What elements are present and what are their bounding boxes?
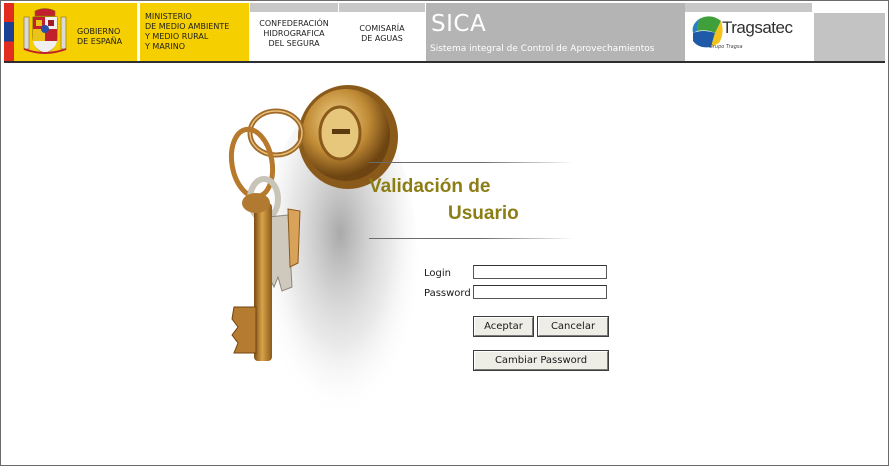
gobierno-espana-logo: GOBIERNO DE ESPAÑA — [4, 3, 137, 61]
confederacion-logo: CONFEDERACIÓN HIDROGRAFICA DEL SEGURA — [250, 3, 338, 61]
header-banner: GOBIERNO DE ESPAÑA MINISTERIO DE MEDIO A… — [4, 3, 885, 61]
login-label: Login — [424, 268, 451, 279]
ministerio-line3: Y MEDIO RURAL — [145, 32, 209, 41]
tragsatec-name: Tragsatec — [722, 18, 793, 37]
password-label: Password — [424, 288, 471, 299]
header-end-block — [814, 13, 885, 61]
confederacion-line2: HIDROGRAFICA — [263, 29, 325, 38]
page-title-line2: Usuario — [448, 203, 519, 224]
keys-illustration — [228, 85, 418, 437]
ministerio-line1: MINISTERIO — [145, 12, 192, 21]
change-password-button[interactable]: Cambiar Password — [474, 351, 608, 370]
gobierno-line1: GOBIERNO — [77, 27, 121, 36]
eu-flag-icon — [4, 3, 14, 61]
comisaria-line2: DE AGUAS — [361, 34, 403, 43]
confederacion-line1: CONFEDERACIÓN — [259, 19, 329, 28]
sica-banner: SICA Sistema integral de Control de Apro… — [426, 3, 685, 61]
page-title-line1: Validación de — [369, 176, 491, 197]
sica-subtitle: Sistema integral de Control de Aprovecha… — [430, 44, 655, 54]
ministerio-text: MINISTERIO DE MEDIO AMBIENTE Y MEDIO RUR… — [145, 12, 229, 52]
title-top-rule — [369, 162, 574, 163]
confederacion-line3: DEL SEGURA — [268, 39, 320, 48]
gobierno-line2: DE ESPAÑA — [77, 37, 123, 46]
login-input[interactable] — [473, 265, 607, 279]
gobierno-text: GOBIERNO DE ESPAÑA — [77, 27, 137, 47]
password-input[interactable] — [473, 285, 607, 299]
comisaria-text: COMISARÍA DE AGUAS — [339, 24, 425, 44]
header-strip — [339, 3, 425, 12]
comisaria-line1: COMISARÍA — [359, 24, 405, 33]
cancel-button[interactable]: Cancelar — [538, 317, 608, 336]
header-divider — [4, 61, 885, 63]
tragsatec-grupo: Grupo Tragsa — [709, 44, 743, 50]
comisaria-logo: COMISARÍA DE AGUAS — [339, 3, 425, 61]
header-strip — [250, 3, 338, 12]
page-frame — [0, 0, 889, 466]
coat-of-arms-icon — [23, 8, 67, 54]
title-bottom-rule — [369, 238, 574, 239]
ministerio-line2: DE MEDIO AMBIENTE — [145, 22, 230, 31]
confederacion-text: CONFEDERACIÓN HIDROGRAFICA DEL SEGURA — [250, 19, 338, 49]
accept-button[interactable]: Aceptar — [474, 317, 533, 336]
ministerio-logo: MINISTERIO DE MEDIO AMBIENTE Y MEDIO RUR… — [140, 3, 249, 61]
sica-title: SICA — [431, 11, 487, 37]
ministerio-line4: Y MARINO — [145, 42, 186, 51]
tragsatec-logo: Tragsatec Grupo Tragsa — [685, 3, 812, 61]
